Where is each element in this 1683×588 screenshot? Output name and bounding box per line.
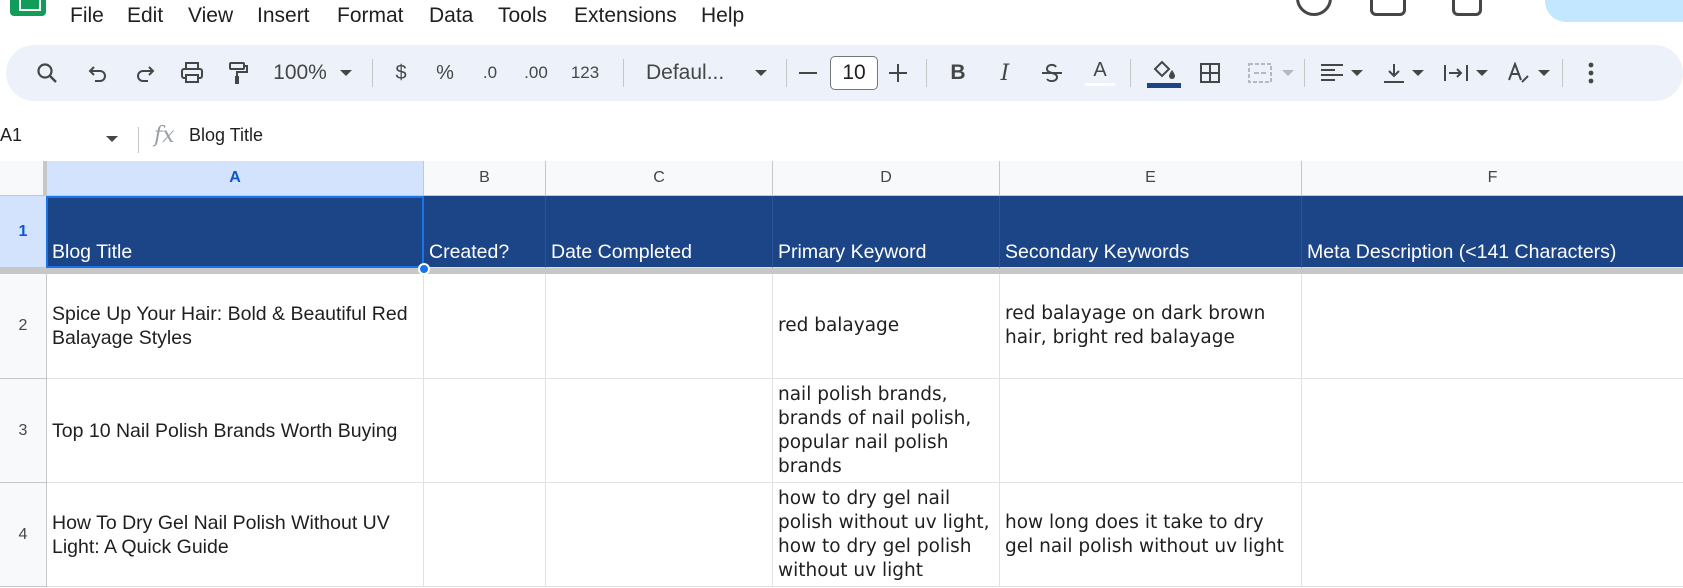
meet-icon[interactable] (1452, 0, 1482, 16)
share-button[interactable] (1545, 0, 1683, 22)
cell-c1[interactable]: Date Completed (546, 196, 773, 268)
column-header-a[interactable]: A (47, 161, 424, 196)
sheets-logo-icon[interactable] (10, 0, 46, 16)
cell-c3[interactable] (546, 379, 773, 483)
cell-e2[interactable]: red balayage on dark brown hair, bright … (1000, 274, 1302, 379)
search-icon[interactable] (28, 45, 66, 101)
text-wrap-icon[interactable] (1438, 45, 1494, 101)
cell-a3[interactable]: Top 10 Nail Polish Brands Worth Buying (47, 379, 424, 483)
cell-c2[interactable] (546, 274, 773, 379)
comment-icon[interactable] (1370, 0, 1406, 16)
fill-color-icon[interactable] (1144, 45, 1184, 101)
zoom-value[interactable]: 100% (265, 45, 335, 101)
toolbar-divider (372, 59, 373, 87)
menu-tools[interactable]: Tools (498, 4, 547, 28)
menu-extensions[interactable]: Extensions (574, 4, 677, 28)
menu-data[interactable]: Data (429, 4, 473, 28)
menu-bar: File Edit View Insert Format Data Tools … (0, 0, 1683, 36)
borders-icon[interactable] (1192, 45, 1228, 101)
formula-divider (138, 127, 139, 153)
toolbar-divider (1562, 59, 1563, 87)
cell-e1[interactable]: Secondary Keywords (1000, 196, 1302, 268)
font-dropdown-icon[interactable] (749, 45, 773, 101)
menu-file[interactable]: File (70, 4, 104, 28)
cell-a1[interactable]: Blog Title (47, 196, 424, 268)
toolbar: 100% $ % .0 .00 123 Defaul... 10 B I A (6, 45, 1683, 101)
cell-b2[interactable] (424, 274, 546, 379)
font-family-select[interactable]: Defaul... (646, 45, 758, 101)
print-icon[interactable] (173, 45, 211, 101)
cell-a2[interactable]: Spice Up Your Hair: Bold & Beautiful Red… (47, 274, 424, 379)
text-rotation-icon[interactable] (1500, 45, 1556, 101)
row-header-4[interactable]: 4 (0, 483, 47, 587)
fx-icon: fx (154, 123, 175, 148)
cell-a4[interactable]: How To Dry Gel Nail Polish Without UV Li… (47, 483, 424, 587)
column-header-c[interactable]: C (546, 161, 773, 196)
cell-f4[interactable] (1302, 483, 1683, 587)
menu-view[interactable]: View (188, 4, 233, 28)
merge-cells-icon (1240, 45, 1280, 101)
menu-insert[interactable]: Insert (257, 4, 310, 28)
fill-handle[interactable] (418, 263, 430, 275)
strikethrough-icon[interactable] (1034, 45, 1070, 101)
cell-d2[interactable]: red balayage (773, 274, 1000, 379)
row-header-1[interactable]: 1 (0, 196, 47, 268)
font-size-input[interactable]: 10 (830, 56, 878, 90)
toolbar-divider (786, 59, 787, 87)
history-icon[interactable] (1296, 0, 1332, 16)
more-vert-icon[interactable] (1576, 45, 1606, 101)
more-formats-button[interactable]: 123 (565, 45, 605, 101)
cell-f3[interactable] (1302, 379, 1683, 483)
cell-e4[interactable]: how long does it take to dry gel nail po… (1000, 483, 1302, 587)
cell-e3[interactable] (1000, 379, 1302, 483)
merge-dropdown-icon (1278, 45, 1298, 101)
cell-d4[interactable]: how to dry gel nail polish without uv li… (773, 483, 1000, 587)
decrease-decimal-button[interactable]: .0 (472, 45, 508, 101)
name-box[interactable]: A1 (0, 125, 22, 146)
decrease-font-size-icon[interactable] (793, 45, 823, 101)
select-all-corner[interactable] (0, 161, 47, 196)
increase-font-size-icon[interactable] (883, 45, 913, 101)
bold-button[interactable]: B (940, 45, 976, 101)
toolbar-divider (1130, 59, 1131, 87)
toolbar-divider (623, 59, 624, 87)
column-header-e[interactable]: E (1000, 161, 1302, 196)
currency-format-button[interactable]: $ (383, 45, 419, 101)
text-color-button[interactable]: A (1082, 45, 1118, 101)
zoom-dropdown-icon[interactable] (334, 45, 358, 101)
column-header-f[interactable]: F (1302, 161, 1683, 196)
percent-format-button[interactable]: % (427, 45, 463, 101)
formula-input[interactable]: Blog Title (189, 125, 263, 146)
toolbar-divider (1304, 59, 1305, 87)
row-header-2[interactable]: 2 (0, 274, 47, 379)
cell-f1[interactable]: Meta Description (<141 Characters) (1302, 196, 1683, 268)
name-box-dropdown-icon[interactable] (106, 136, 118, 142)
cell-d3[interactable]: nail polish brands, brands of nail polis… (773, 379, 1000, 483)
paint-format-icon[interactable] (219, 45, 257, 101)
cell-f2[interactable] (1302, 274, 1683, 379)
menu-edit[interactable]: Edit (127, 4, 163, 28)
cell-d1[interactable]: Primary Keyword (773, 196, 1000, 268)
text-color-swatch (1085, 83, 1115, 86)
menu-format[interactable]: Format (337, 4, 404, 28)
row-header-3[interactable]: 3 (0, 379, 47, 483)
italic-button[interactable]: I (987, 45, 1023, 101)
align-left-icon[interactable] (1314, 45, 1370, 101)
spreadsheet-grid: A B C D E F 1 Blog Title Created? Date C… (0, 161, 1683, 588)
toolbar-divider (926, 59, 927, 87)
column-header-d[interactable]: D (773, 161, 1000, 196)
cell-b1[interactable]: Created? (424, 196, 546, 268)
valign-bottom-icon[interactable] (1376, 45, 1432, 101)
cell-b4[interactable] (424, 483, 546, 587)
fill-color-swatch (1147, 82, 1181, 88)
menu-help[interactable]: Help (701, 4, 744, 28)
column-header-b[interactable]: B (424, 161, 546, 196)
increase-decimal-button[interactable]: .00 (516, 45, 556, 101)
undo-icon[interactable] (79, 45, 117, 101)
cell-c4[interactable] (546, 483, 773, 587)
text-color-label: A (1093, 59, 1107, 81)
formula-bar: A1 fx Blog Title (0, 117, 1683, 161)
cell-b3[interactable] (424, 379, 546, 483)
redo-icon[interactable] (126, 45, 164, 101)
